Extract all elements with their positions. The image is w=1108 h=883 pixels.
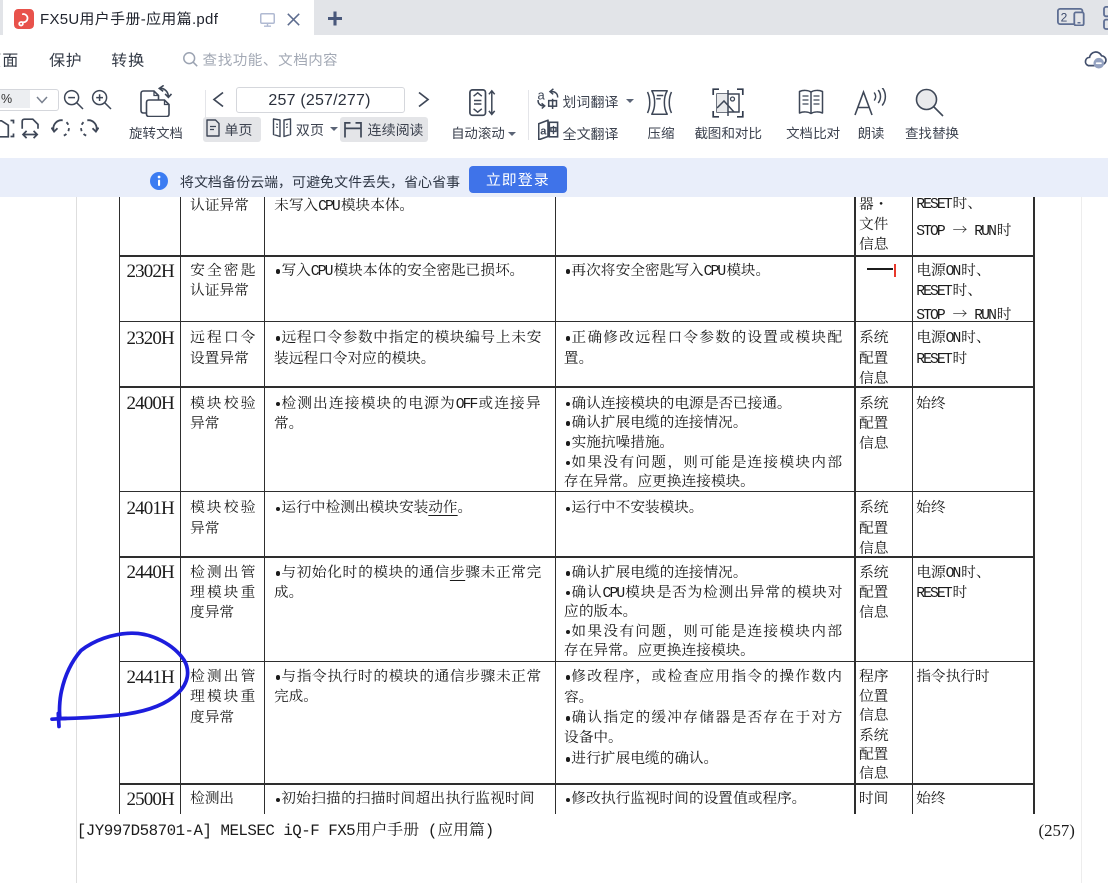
- svg-text:2: 2: [1061, 11, 1068, 25]
- svg-text:a: a: [540, 125, 547, 137]
